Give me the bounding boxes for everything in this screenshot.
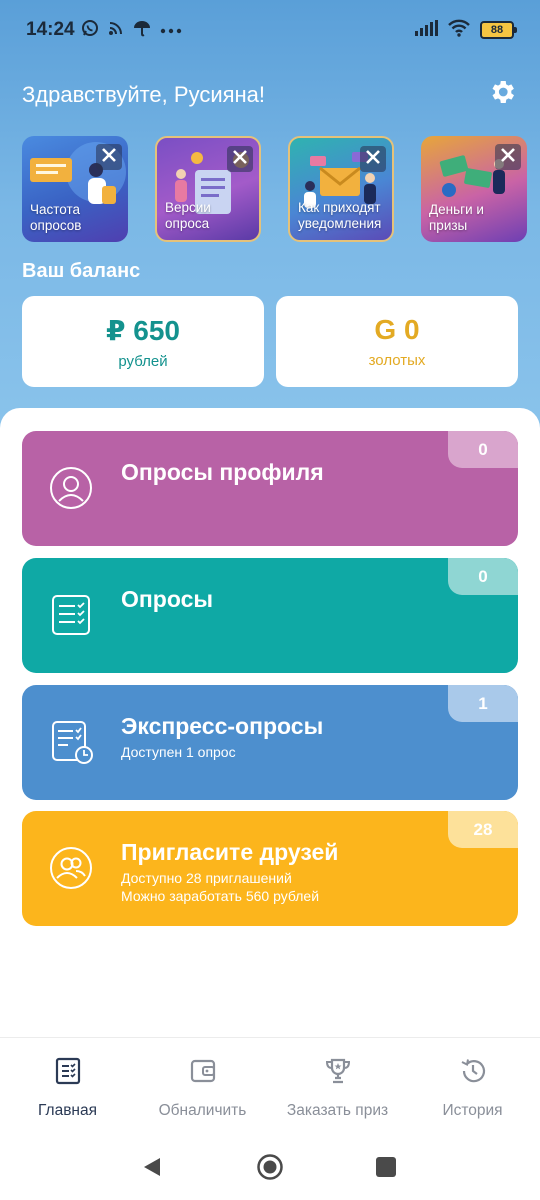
story-close-button[interactable]: [360, 146, 386, 172]
earn-potential-text: Можно заработать 560 рублей: [121, 888, 320, 904]
story-label: Как приходят уведомления: [298, 200, 382, 231]
invitations-available-text: Доступно 28 приглашений: [121, 870, 292, 886]
count-badge: 0: [448, 431, 518, 468]
nav-item-cashout[interactable]: Обналичить: [135, 1038, 270, 1139]
count-badge: 1: [448, 685, 518, 722]
story-label: Версии опроса: [165, 200, 211, 231]
more-icon: [160, 21, 182, 39]
home-checklist-icon: [53, 1056, 83, 1086]
umbrella-icon: [133, 19, 151, 42]
story-close-button[interactable]: [96, 144, 122, 170]
card-title: Экспресс-опросы: [121, 713, 324, 739]
story-label: Частота опросов: [30, 202, 82, 233]
nav-item-history[interactable]: История: [405, 1038, 540, 1139]
cast-icon: [108, 20, 124, 41]
battery-level: 88: [490, 24, 504, 36]
card-title: Пригласите друзей: [121, 839, 339, 865]
wifi-icon: [448, 19, 470, 42]
checklist-icon: [48, 592, 94, 638]
story-label: Деньги и призы: [429, 202, 484, 233]
balance-gold-unit: золотых: [368, 352, 426, 369]
checklist-clock-icon: [48, 719, 94, 765]
status-time: 14:24: [26, 19, 75, 40]
balance-rubles-unit: рублей: [118, 352, 168, 370]
trophy-icon: [323, 1056, 353, 1086]
greeting-text: Здравствуйте, Русияна!: [22, 82, 266, 107]
balance-gold-value: G 0: [374, 314, 420, 345]
card-subtitle: Доступен 1 опрос: [121, 744, 236, 760]
count-badge: 28: [448, 811, 518, 848]
settings-button[interactable]: [484, 76, 520, 112]
count-badge: 0: [448, 558, 518, 595]
balance-gold-card[interactable]: G 0 золотых: [276, 296, 518, 387]
recents-square-icon: [375, 1156, 397, 1183]
back-button[interactable]: [136, 1153, 168, 1185]
wallet-icon: [188, 1056, 218, 1086]
card-subtitle: Доступно 28 приглашений Можно заработать…: [121, 869, 319, 905]
story-close-button[interactable]: [495, 144, 521, 170]
story-card-survey-versions[interactable]: Версии опроса: [155, 136, 261, 242]
users-circle-icon: [48, 845, 94, 891]
close-icon: [101, 147, 117, 168]
signal-icon: [414, 19, 438, 41]
balance-title: Ваш баланс: [22, 260, 141, 282]
story-close-button[interactable]: [227, 146, 253, 172]
recents-button[interactable]: [370, 1153, 402, 1185]
surveys-card[interactable]: Опросы 0: [22, 558, 518, 673]
whatsapp-icon: [81, 19, 99, 42]
nav-label: Обналичить: [158, 1102, 247, 1119]
close-icon: [365, 149, 381, 170]
story-card-notifications[interactable]: Как приходят уведомления: [288, 136, 394, 242]
invite-friends-card[interactable]: Пригласите друзей Доступно 28 приглашени…: [22, 811, 518, 926]
card-title: Опросы: [121, 586, 214, 612]
battery-icon: 88: [480, 21, 517, 39]
nav-label: История: [442, 1102, 503, 1119]
back-triangle-icon: [142, 1156, 162, 1183]
history-icon: [458, 1056, 488, 1086]
nav-item-home[interactable]: Главная: [0, 1038, 135, 1139]
status-bar: 14:24 88: [0, 0, 540, 60]
home-button[interactable]: [254, 1153, 286, 1185]
card-title: Опросы профиля: [121, 459, 324, 485]
stories-carousel[interactable]: Частота опросов Версии опроса Как приход…: [22, 136, 540, 244]
bottom-navigation: Главная Обналичить Заказать приз История: [0, 1037, 540, 1139]
close-icon: [232, 149, 248, 170]
story-card-money-prizes[interactable]: Деньги и призы: [421, 136, 527, 242]
nav-label: Заказать приз: [286, 1102, 389, 1119]
balance-rubles-value: ₽ 650: [106, 314, 180, 346]
home-circle-icon: [256, 1153, 284, 1186]
profile-surveys-card[interactable]: Опросы профиля 0: [22, 431, 518, 546]
nav-item-order-prize[interactable]: Заказать приз: [270, 1038, 405, 1139]
balance-rubles-card[interactable]: ₽ 650 рублей: [22, 296, 264, 387]
story-card-survey-frequency[interactable]: Частота опросов: [22, 136, 128, 242]
nav-label: Главная: [38, 1102, 97, 1119]
close-icon: [500, 147, 516, 168]
gear-icon: [487, 77, 517, 112]
express-surveys-card[interactable]: Экспресс-опросы Доступен 1 опрос 1: [22, 685, 518, 800]
user-circle-icon: [48, 465, 94, 511]
